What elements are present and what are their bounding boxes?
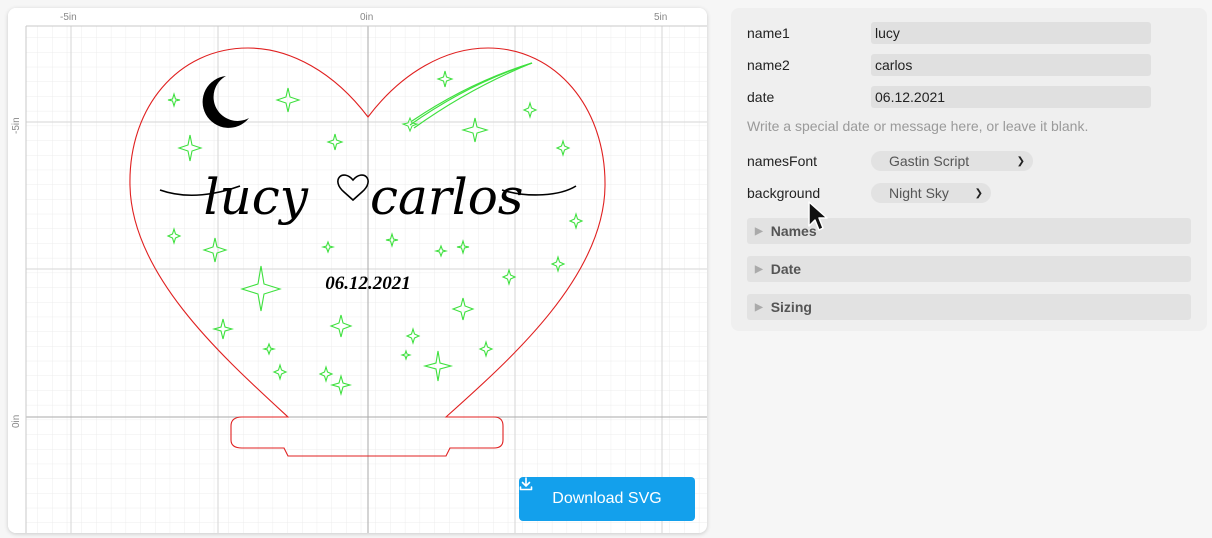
chevron-down-icon: ❯ [1016,155,1025,167]
section-sizing[interactable]: ▶ Sizing [747,294,1191,320]
name1-label: name1 [747,25,790,41]
settings-panel: name1 name2 date Write a special date or… [731,8,1207,331]
name1-text: lucy [204,168,309,226]
background-row: background Night Sky ❯ [747,181,991,205]
name2-text: carlos [370,168,523,226]
date-hint: Write a special date or message here, or… [747,118,1089,134]
date-label: date [747,89,775,105]
name2-input[interactable] [871,54,1151,76]
date-text: 06.12.2021 [325,273,411,294]
ruler-label-top-neg5: -5in [60,12,77,23]
names-font-value: Gastin Script [889,153,970,169]
names-font-row: namesFont Gastin Script ❯ [747,149,1033,173]
download-icon [519,477,533,491]
names-font-select[interactable]: Gastin Script ❯ [871,151,1033,171]
date-row: date [747,85,1151,109]
name2-row: name2 [747,53,1151,77]
disclosure-triangle-icon: ▶ [755,301,763,313]
background-label: background [747,185,821,201]
name1-input[interactable] [871,22,1151,44]
disclosure-triangle-icon: ▶ [755,225,763,237]
mouse-cursor-icon [808,201,828,231]
ruler-label-top-0: 0in [360,12,373,23]
disclosure-triangle-icon: ▶ [755,263,763,275]
chevron-down-icon: ❯ [974,187,983,199]
canvas-svg: -5in 0in 5in -5in 0in lucy carlos 06.12.… [8,8,707,533]
section-sizing-label: Sizing [770,299,812,315]
name2-label: name2 [747,57,790,73]
name1-row: name1 [747,21,1151,45]
names-font-label: namesFont [747,153,818,169]
design-canvas[interactable]: -5in 0in 5in -5in 0in lucy carlos 06.12.… [8,8,707,533]
section-date-label: Date [770,261,802,277]
date-input[interactable] [871,86,1151,108]
background-select[interactable]: Night Sky ❯ [871,183,991,203]
download-svg-button[interactable]: Download SVG [519,477,695,521]
left-ruler [8,8,26,533]
ruler-label-left-0: 0in [11,415,22,428]
ruler-label-left-neg5: -5in [11,117,22,134]
background-value: Night Sky [889,185,949,201]
section-date[interactable]: ▶ Date [747,256,1191,282]
download-svg-label: Download SVG [552,490,662,507]
top-ruler [8,8,707,26]
ruler-label-top-5: 5in [654,12,667,23]
